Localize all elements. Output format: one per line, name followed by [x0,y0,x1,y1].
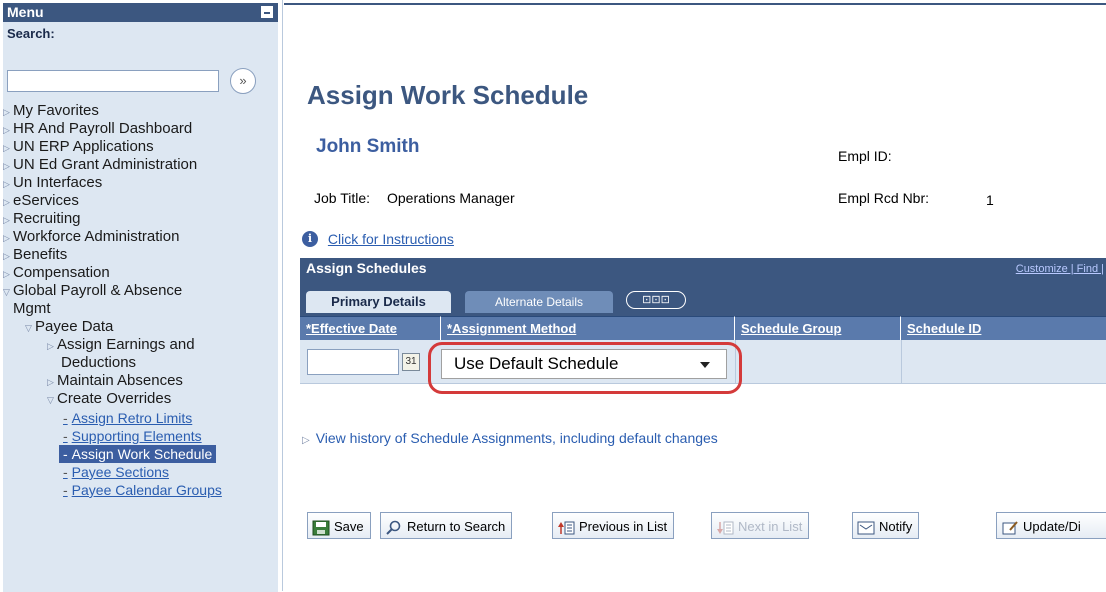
update-display-icon [1001,519,1019,535]
previous-list-icon [557,519,575,535]
effective-date-input[interactable] [307,349,399,375]
menu-item-un-ed-grant-administration[interactable]: ▷ UN Ed Grant Administration [3,156,197,175]
previous-in-list-button[interactable]: Previous in List [552,512,675,539]
menu-search-input[interactable] [7,70,219,92]
col-effective-date[interactable]: *Effective Date [300,316,441,340]
grid-customize-find-links[interactable]: Customize | Find | [1016,263,1104,275]
collapsed-triangle-icon: ▷ [3,161,10,171]
search-go-icon[interactable]: » [230,68,256,94]
empl-id-label: Empl ID: [838,148,892,164]
menu-title: Menu [7,4,44,20]
empl-rcd-value: 1 [986,192,994,208]
grid-title: Assign Schedules [306,260,427,276]
content-area: Assign Work Schedule John Smith Empl ID:… [284,0,1106,591]
menu-item-benefits[interactable]: ▷ Benefits [3,246,67,265]
calendar-icon[interactable]: 31 [402,353,420,371]
menu-item-compensation[interactable]: ▷ Compensation [3,264,110,283]
collapsed-triangle-icon: ▷ [3,125,10,135]
save-button[interactable]: Save [307,512,371,539]
menu-item-global-payroll-absence[interactable]: ▽ Global Payroll & Absence [3,282,182,301]
collapse-menu-icon[interactable] [261,6,273,18]
menu-header: Menu [3,3,278,22]
return-to-search-button[interactable]: Return to Search [380,512,513,539]
menu-search-area: Search: » [3,22,278,102]
menu-item-recruiting[interactable]: ▷ Recruiting [3,210,81,229]
menu-link-supporting-elements[interactable]: - Supporting Elements [63,427,202,445]
highlight-annotation-ring [428,342,742,394]
collapsed-triangle-icon: ▷ [3,251,10,261]
menu-item-un-interfaces[interactable]: ▷ Un Interfaces [3,174,102,193]
schedule-history-label: View history of Schedule Assignments, in… [315,430,718,446]
collapsed-triangle-icon: ▷ [3,197,10,207]
expanded-triangle-icon: ▽ [47,395,54,405]
click-for-instructions-link[interactable]: Click for Instructions [328,231,454,247]
job-title-value: Operations Manager [387,190,515,206]
page-title: Assign Work Schedule [307,80,589,110]
collapsed-triangle-icon: ▷ [3,179,10,189]
menu-item-maintain-absences[interactable]: ▷ Maintain Absences [47,372,183,391]
show-all-columns-icon[interactable]: ⊡⊡⊡ [626,291,686,309]
notify-button[interactable]: Notify [852,512,920,539]
save-icon [312,519,330,536]
job-title-label: Job Title: [314,190,371,206]
menu-link-payee-sections[interactable]: - Payee Sections [63,463,169,481]
grid-header: Assign Schedules Customize | Find | Prim… [300,258,1106,316]
expanded-triangle-icon: ▽ [25,323,32,333]
collapsed-triangle-icon: ▷ [3,269,10,279]
navigation-menu: Menu Search: » ▷ My Favorites ▷ HR And Pay… [0,0,283,592]
tab-primary-details[interactable]: Primary Details [306,291,451,313]
schedule-history-toggle[interactable]: ▷ View history of Schedule Assignments, i… [302,430,718,446]
instructions: i Click for Instructions [302,230,454,248]
next-in-list-button[interactable]: Next in List [711,512,810,539]
menu-item-un-erp-applications[interactable]: ▷ UN ERP Applications [3,138,154,157]
collapsed-triangle-icon: ▷ [3,233,10,243]
menu-item-assign-earnings-deductions-cont: Deductions [61,354,137,371]
collapsed-triangle-icon: ▷ [47,341,54,351]
menu-item-global-payroll-absence-cont: Mgmt [13,300,51,317]
menu-item-create-overrides[interactable]: ▽ Create Overrides [47,390,171,409]
expanded-triangle-icon: ▽ [3,287,10,297]
cell-divider [901,340,902,384]
info-icon: i [302,231,318,248]
next-list-icon [716,519,734,535]
search-label: Search: [7,26,55,41]
collapsed-triangle-icon: ▷ [3,107,10,117]
menu-link-assign-work-schedule[interactable]: - Assign Work Schedule [59,445,217,463]
menu-link-payee-calendar-groups[interactable]: - Payee Calendar Groups [63,481,222,499]
menu-item-payee-data[interactable]: ▽ Payee Data [25,318,113,337]
col-schedule-group[interactable]: Schedule Group [735,316,901,340]
menu-link-assign-retro-limits[interactable]: - Assign Retro Limits [63,409,192,427]
tab-alternate-details[interactable]: Alternate Details [465,291,613,313]
employee-name: John Smith [316,136,420,157]
empl-rcd-label: Empl Rcd Nbr: [838,190,930,206]
top-divider [284,3,1106,5]
collapsed-triangle-icon: ▷ [3,215,10,225]
menu-item-hr-payroll-dashboard[interactable]: ▷ HR And Payroll Dashboard [3,120,192,139]
menu-item-workforce-administration[interactable]: ▷ Workforce Administration [3,228,179,247]
update-display-button[interactable]: Update/Di [996,512,1106,539]
notify-icon [857,519,875,535]
col-assignment-method[interactable]: *Assignment Method [441,316,735,340]
collapsed-triangle-icon: ▷ [47,377,54,387]
collapsed-triangle-icon: ▷ [3,143,10,153]
menu-item-eservices[interactable]: ▷ eServices [3,192,79,211]
menu-tree: ▷ My Favorites ▷ HR And Payroll Dashboard … [3,102,278,592]
col-schedule-id[interactable]: Schedule ID [901,316,1106,340]
menu-item-my-favorites[interactable]: ▷ My Favorites [3,102,99,121]
menu-item-assign-earnings-deductions[interactable]: ▷ Assign Earnings and [47,336,195,355]
collapsed-triangle-icon: ▷ [302,435,310,446]
search-icon [385,519,403,535]
